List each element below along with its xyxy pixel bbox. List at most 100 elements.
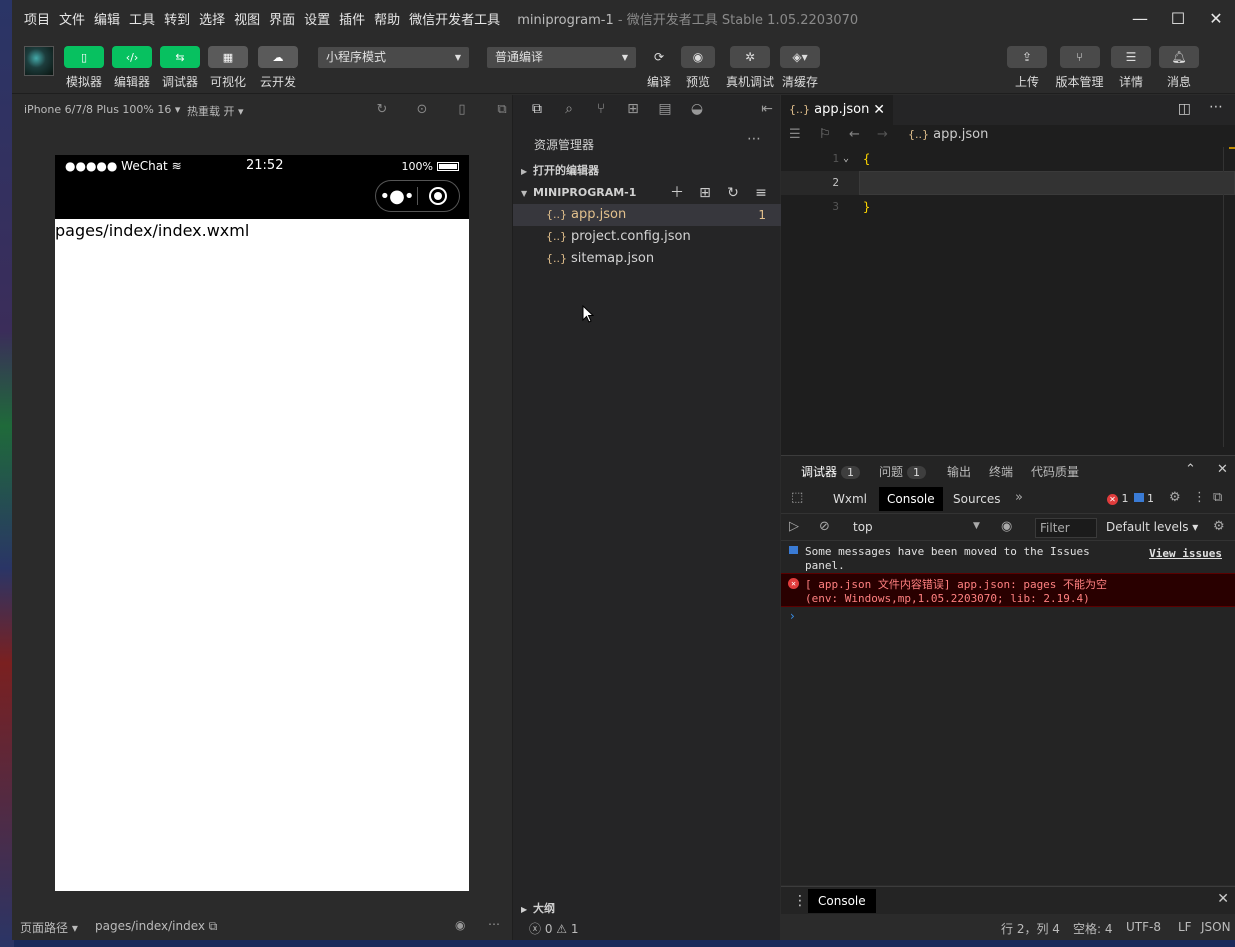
storage-icon[interactable]: ▤ bbox=[649, 101, 681, 117]
docker-icon[interactable]: ◒ bbox=[681, 101, 713, 117]
more-dots-icon[interactable]: •●• bbox=[376, 186, 417, 207]
open-editors-section[interactable]: ▶ 打开的编辑器 bbox=[513, 161, 781, 181]
indent-setting[interactable]: 空格: 4 bbox=[1073, 920, 1113, 937]
tab-output[interactable]: 输出 bbox=[947, 463, 971, 480]
drawer-tab-console[interactable]: Console bbox=[808, 889, 876, 913]
collapse-panel-icon[interactable]: ⇤ bbox=[751, 101, 783, 117]
debugger-button[interactable]: ⇆ 调试器 bbox=[155, 46, 205, 90]
menu-item-wechat-devtools[interactable]: 微信开发者工具 bbox=[409, 9, 500, 28]
dock-icon[interactable]: ⧉ bbox=[1213, 490, 1222, 505]
console-prompt[interactable]: › bbox=[781, 609, 1235, 623]
split-editor-icon[interactable]: ◫ bbox=[1178, 101, 1191, 117]
sidebar-toggle-icon[interactable]: ▷ bbox=[789, 519, 799, 534]
editor-button[interactable]: ‹/› 编辑器 bbox=[107, 46, 157, 90]
fold-chevron-icon[interactable]: ⌄ bbox=[843, 147, 849, 171]
menu-item-help[interactable]: 帮助 bbox=[374, 9, 400, 28]
encoding[interactable]: UTF-8 bbox=[1126, 920, 1161, 934]
eye-icon[interactable]: ◉ bbox=[455, 918, 465, 932]
visual-button[interactable]: ▦ 可视化 bbox=[203, 46, 253, 90]
more-icon[interactable]: ⋯ bbox=[488, 917, 500, 931]
new-folder-icon[interactable]: ⊞ bbox=[691, 183, 719, 203]
tab-wxml[interactable]: Wxml bbox=[833, 492, 867, 506]
hot-reload-toggle[interactable]: 热重载 开 ▾ bbox=[187, 103, 244, 119]
clear-console-icon[interactable]: ⊘ bbox=[819, 519, 830, 534]
issue-counts[interactable]: ✕ 1 1 bbox=[1107, 492, 1154, 505]
back-arrow-icon[interactable]: ← bbox=[849, 127, 860, 142]
page-path-select[interactable]: 页面路径 ▾ bbox=[20, 919, 78, 936]
search-icon[interactable]: ⌕ bbox=[553, 101, 585, 117]
upload-button[interactable]: ⇪ 上传 bbox=[1007, 46, 1047, 90]
source-control-icon[interactable]: ⑂ bbox=[585, 101, 617, 117]
new-file-icon[interactable]: ＋ bbox=[663, 183, 691, 203]
file-item-project-config[interactable]: {..} project.config.json bbox=[513, 226, 781, 248]
problems-summary[interactable]: ⓧ 0 ⚠ 1 bbox=[529, 920, 578, 937]
gear-icon[interactable]: ⚙ bbox=[1169, 490, 1181, 505]
context-select[interactable]: top bbox=[853, 520, 873, 534]
menu-item-tools[interactable]: 工具 bbox=[129, 9, 155, 28]
gear-icon[interactable]: ⚙ bbox=[1213, 519, 1225, 534]
close-icon[interactable]: ✕ bbox=[1217, 891, 1229, 907]
chevron-up-icon[interactable]: ⌃ bbox=[1185, 462, 1196, 477]
more-icon[interactable]: ⋯ bbox=[747, 131, 761, 147]
close-window-button[interactable]: ✕ bbox=[1197, 0, 1235, 36]
cloud-button[interactable]: ☁ 云开发 bbox=[253, 46, 303, 90]
forward-arrow-icon[interactable]: → bbox=[877, 127, 888, 142]
menu-item-project[interactable]: 项目 bbox=[24, 9, 50, 28]
line-ending[interactable]: LF bbox=[1178, 920, 1192, 934]
avatar[interactable] bbox=[24, 46, 54, 76]
filter-input[interactable]: Filter bbox=[1035, 518, 1097, 538]
minimize-button[interactable]: — bbox=[1121, 0, 1159, 36]
menu-item-plugins[interactable]: 插件 bbox=[339, 9, 365, 28]
menu-item-select[interactable]: 选择 bbox=[199, 9, 225, 28]
inspect-element-icon[interactable]: ⬚ bbox=[791, 490, 803, 505]
menu-item-view[interactable]: 视图 bbox=[234, 9, 260, 28]
close-icon[interactable]: ✕ bbox=[873, 95, 885, 125]
clear-cache-button[interactable]: ◈▾ 清缓存 bbox=[780, 46, 820, 90]
bookmark-icon[interactable]: ⚐ bbox=[819, 127, 831, 142]
log-levels-select[interactable]: Default levels ▾ bbox=[1106, 520, 1198, 534]
editor-scrollbar[interactable] bbox=[1223, 147, 1235, 447]
cursor-position[interactable]: 行 2，列 4 bbox=[1001, 920, 1060, 937]
more-icon[interactable]: ⋯ bbox=[1209, 99, 1223, 115]
stop-icon[interactable]: ⊙ bbox=[402, 102, 442, 117]
messages-button[interactable]: 🔔︎ 消息 bbox=[1159, 46, 1199, 90]
simulator-button[interactable]: ▯ 模拟器 bbox=[59, 46, 109, 90]
menu-item-settings[interactable]: 设置 bbox=[304, 9, 330, 28]
rotate-icon[interactable]: ↻ bbox=[362, 102, 402, 117]
compile-button[interactable]: ⟳ 编译 bbox=[637, 46, 681, 90]
tab-code-quality[interactable]: 代码质量 bbox=[1031, 463, 1079, 480]
view-issues-link[interactable]: View issues bbox=[1149, 547, 1222, 561]
tab-debugger[interactable]: 调试器 1 bbox=[801, 463, 861, 488]
maximize-button[interactable]: ☐ bbox=[1159, 0, 1197, 36]
eye-icon[interactable]: ◉ bbox=[1001, 519, 1012, 534]
menu-item-interface[interactable]: 界面 bbox=[269, 9, 295, 28]
list-icon[interactable]: ☰ bbox=[789, 127, 801, 142]
files-icon[interactable]: ⧉ bbox=[521, 101, 553, 117]
tab-app-json[interactable]: {..} app.json ✕ bbox=[781, 95, 893, 125]
tab-terminal[interactable]: 终端 bbox=[989, 463, 1013, 480]
menu-item-edit[interactable]: 编辑 bbox=[94, 9, 120, 28]
outline-section[interactable]: ▶ 大纲 bbox=[513, 899, 781, 919]
file-item-sitemap[interactable]: {..} sitemap.json bbox=[513, 248, 781, 270]
close-icon[interactable]: ✕ bbox=[1217, 462, 1228, 477]
project-section[interactable]: ▼ MINIPROGRAM-1 ＋ ⊞ ↻ ≡ bbox=[513, 183, 781, 203]
menu-item-file[interactable]: 文件 bbox=[59, 9, 85, 28]
version-button[interactable]: ⑂ 版本管理 bbox=[1052, 46, 1107, 90]
extensions-icon[interactable]: ⊞ bbox=[617, 101, 649, 117]
details-button[interactable]: ☰ 详情 bbox=[1111, 46, 1151, 90]
more-tabs-icon[interactable]: » bbox=[1015, 490, 1023, 505]
compile-mode-select[interactable]: 普通编译 ▼ bbox=[487, 47, 636, 68]
copy-icon[interactable]: ⧉ bbox=[209, 919, 218, 933]
collapse-all-icon[interactable]: ≡ bbox=[747, 183, 775, 203]
preview-button[interactable]: ◉ 预览 bbox=[678, 46, 718, 90]
mode-select[interactable]: 小程序模式 ▼ bbox=[318, 47, 469, 68]
breadcrumb-file[interactable]: {..} app.json bbox=[908, 127, 988, 142]
language-mode[interactable]: JSON bbox=[1201, 920, 1231, 934]
tab-problems[interactable]: 问题 1 bbox=[879, 463, 927, 480]
code-area[interactable]: 1 ⌄ { 2 3 } bbox=[781, 147, 1235, 219]
kebab-menu-icon[interactable]: ⋮ bbox=[793, 893, 807, 909]
kebab-menu-icon[interactable]: ⋮ bbox=[1193, 490, 1206, 505]
tab-console[interactable]: Console bbox=[879, 487, 943, 511]
phone-icon[interactable]: ▯ bbox=[442, 102, 482, 117]
exit-button[interactable] bbox=[418, 187, 459, 205]
